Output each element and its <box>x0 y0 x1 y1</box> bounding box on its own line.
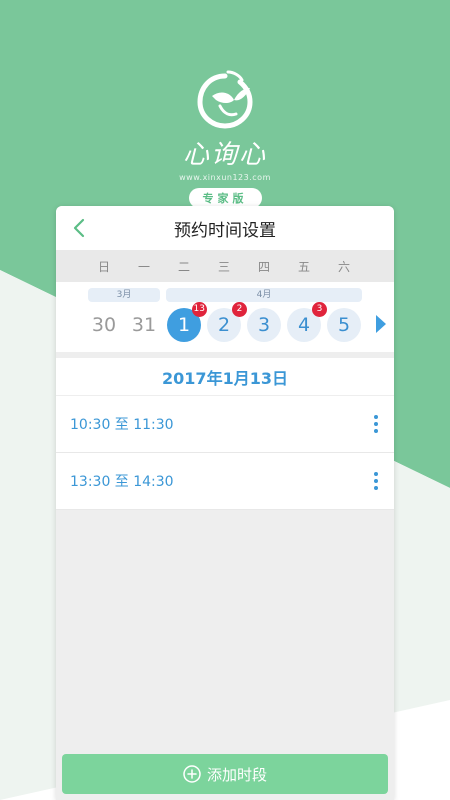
logo-title: 心询心 <box>182 140 267 170</box>
weekday-thu: 四 <box>257 259 270 274</box>
logo-url: www.xinxun123.com <box>179 173 271 182</box>
selected-date-heading: 2017年1月13日 <box>56 358 394 396</box>
calendar-strip: 3月 4月 30 31 1 13 2 2 3 4 3 5 <box>56 282 394 352</box>
day-4[interactable]: 4 3 <box>287 302 327 342</box>
day-1[interactable]: 1 13 <box>167 302 207 342</box>
month-label-march: 3月 <box>88 288 160 302</box>
time-slot-text: 10:30 至 11:30 <box>70 417 174 433</box>
day-label: 5 <box>337 314 351 336</box>
more-vertical-icon[interactable] <box>372 414 380 434</box>
more-vertical-icon[interactable] <box>372 471 380 491</box>
weekday-row: 日 一 二 三 四 五 六 <box>56 250 394 282</box>
appointment-count-badge: 13 <box>191 302 207 317</box>
day-label: 31 <box>131 314 157 336</box>
day-label: 30 <box>91 314 117 336</box>
time-slot-text: 13:30 至 14:30 <box>70 474 174 490</box>
weekday-fri: 五 <box>297 259 310 274</box>
appointment-card: 预约时间设置 日 一 二 三 四 五 六 3月 4月 30 31 1 13 2 … <box>56 206 394 800</box>
add-time-slot-label: 添加时段 <box>206 765 267 784</box>
day-label: 1 <box>177 314 191 336</box>
plus-circle-icon <box>183 765 201 783</box>
page-title: 预约时间设置 <box>174 220 276 241</box>
weekday-mon: 一 <box>137 259 150 274</box>
header-bar: 预约时间设置 <box>56 206 394 250</box>
time-slot[interactable]: 13:30 至 14:30 <box>56 453 394 510</box>
triangle-right-icon[interactable] <box>376 315 386 333</box>
time-slot[interactable]: 10:30 至 11:30 <box>56 396 394 453</box>
edition-badge: 专家版 <box>188 188 262 208</box>
day-31[interactable]: 31 <box>127 308 161 342</box>
logo-area: 心询心 www.xinxun123.com 专家版 <box>0 70 450 208</box>
day-30[interactable]: 30 <box>87 308 121 342</box>
appointment-count-badge: 2 <box>232 302 247 317</box>
day-5[interactable]: 5 <box>327 308 361 342</box>
day-label: 4 <box>297 314 311 336</box>
weekday-wed: 三 <box>217 259 230 274</box>
appointment-count-badge: 3 <box>312 302 327 317</box>
weekday-sun: 日 <box>97 259 110 274</box>
month-label-april: 4月 <box>166 288 362 302</box>
day-label: 3 <box>257 314 271 336</box>
add-time-slot-button[interactable]: 添加时段 <box>62 754 388 794</box>
day-3[interactable]: 3 <box>247 308 281 342</box>
bird-leaf-icon <box>197 70 253 129</box>
weekday-sat: 六 <box>337 259 350 274</box>
day-2[interactable]: 2 2 <box>207 302 247 342</box>
day-label: 2 <box>217 314 231 336</box>
chevron-left-icon[interactable] <box>68 216 92 240</box>
weekday-tue: 二 <box>177 259 190 274</box>
